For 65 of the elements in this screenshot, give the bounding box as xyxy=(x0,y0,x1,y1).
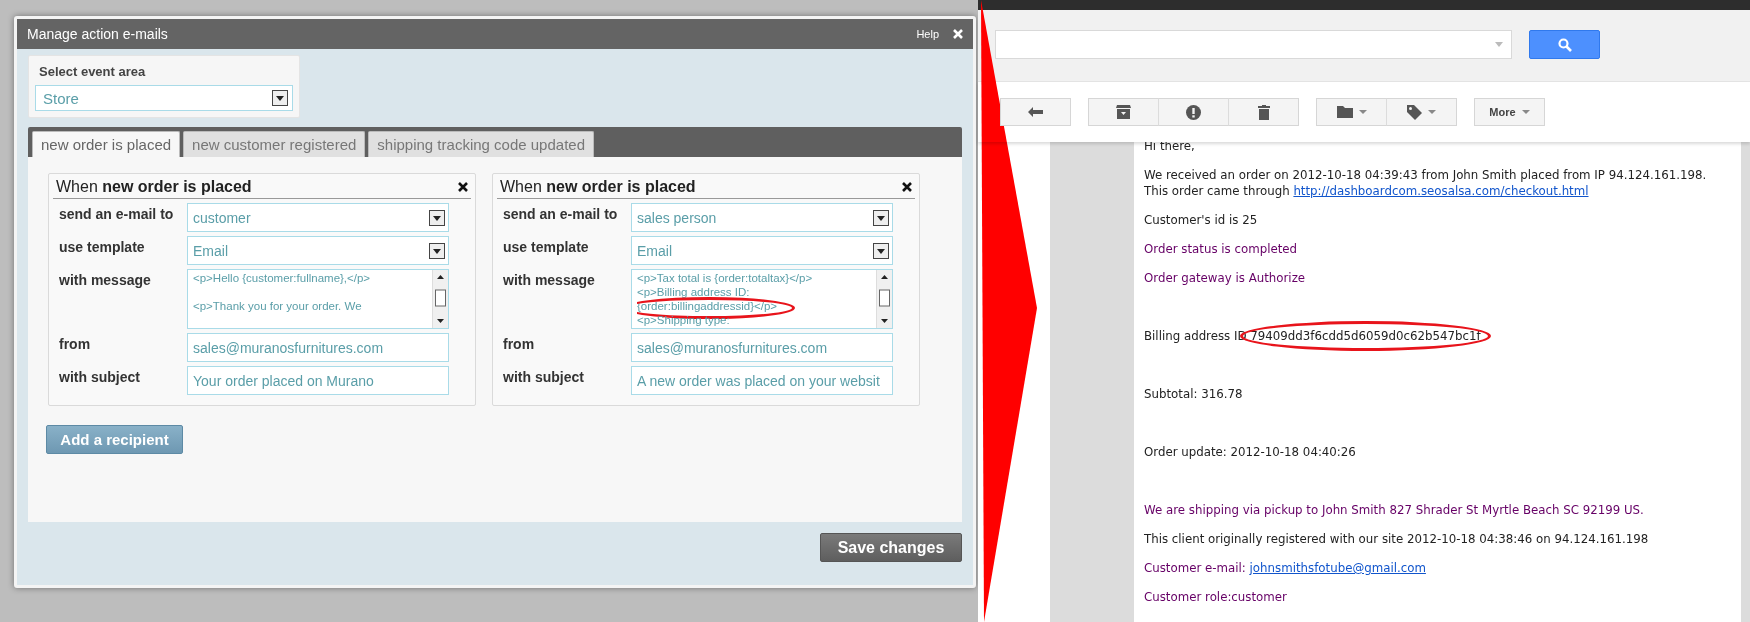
reply-arrow-icon xyxy=(1028,107,1043,117)
select-field[interactable]: Email xyxy=(187,236,449,265)
recipient-title: When new order is placed xyxy=(500,178,696,196)
select-field[interactable]: customer xyxy=(187,203,449,232)
field-label: with message xyxy=(503,271,596,290)
delete-button[interactable] xyxy=(1228,98,1299,126)
email-paragraph: Customer role:customer xyxy=(1144,589,1288,605)
more-button[interactable]: More xyxy=(1474,98,1545,126)
search-icon xyxy=(1557,37,1572,52)
trash-icon xyxy=(1257,104,1270,120)
field-label: from xyxy=(503,335,536,354)
search-field[interactable] xyxy=(995,30,1512,59)
input-field[interactable]: Your order placed on Murano xyxy=(187,366,449,395)
tab[interactable]: new order is placed xyxy=(32,131,181,157)
message-field[interactable]: <p>Hello {customer:fullname},</p> <p>Thank you for your order. We xyxy=(187,269,449,329)
folder-icon xyxy=(1336,106,1353,118)
email-link[interactable]: http://dashboardcom.seosalsa.com/checkout.html xyxy=(1293,184,1589,198)
close-icon[interactable] xyxy=(458,182,468,192)
email-paragraph: Customer's id is 25 xyxy=(1144,212,1259,228)
add-recipient-button[interactable]: Add a recipient xyxy=(46,425,183,454)
tag-icon xyxy=(1407,104,1422,120)
email-paragraph: Order status is completed xyxy=(1144,241,1299,257)
field-label: with message xyxy=(59,271,152,290)
input-field[interactable]: sales@muranosfurnitures.com xyxy=(631,333,893,362)
move-button[interactable] xyxy=(1316,98,1387,126)
tab[interactable]: shipping tracking code updated xyxy=(368,131,594,157)
close-icon[interactable] xyxy=(902,182,912,192)
email-paragraph: We received an order on 2012-10-18 04:39:43 from John Smith placed from IP 94.124.161.198. This order came through http://dashboardcom.seosalsa.com/checkout.html xyxy=(1144,167,1708,199)
recipient-title: When new order is placed xyxy=(56,178,252,196)
exclamation-icon xyxy=(1186,104,1201,120)
archive-button[interactable] xyxy=(1088,98,1159,126)
email-paragraph: Subtotal: 316.78 xyxy=(1144,386,1244,402)
scrollbar[interactable] xyxy=(876,270,892,328)
scrollbar[interactable] xyxy=(432,270,448,328)
input-field[interactable]: sales@muranosfurnitures.com xyxy=(187,333,449,362)
field-label: Select event area xyxy=(39,64,147,79)
select-field[interactable]: Email xyxy=(631,236,893,265)
field-label: with subject xyxy=(503,368,585,387)
email-link[interactable]: johnsmithsfotube@gmail.com xyxy=(1249,561,1426,575)
email-paragraph: Customer e-mail: johnsmithsfotube@gmail.com xyxy=(1144,560,1427,576)
archive-icon xyxy=(1116,105,1131,119)
caret-icon xyxy=(1428,110,1436,114)
email-paragraph: Order gateway is Authorize xyxy=(1144,270,1307,286)
spam-button[interactable] xyxy=(1158,98,1229,126)
caret-icon xyxy=(1521,110,1530,114)
field-label: use template xyxy=(503,238,590,257)
reply-button[interactable] xyxy=(1000,98,1071,126)
save-button[interactable]: Save changes xyxy=(820,533,962,562)
search-button[interactable] xyxy=(1529,30,1600,59)
input-field[interactable]: A new order was placed on your websit xyxy=(631,366,893,395)
field-label: send an e-mail to xyxy=(503,205,619,224)
field-label: with subject xyxy=(59,368,141,387)
select-field[interactable]: sales person xyxy=(631,203,893,232)
email-paragraph: We are shipping via pickup to John Smith 827 Shrader St Myrtle Beach SC 92199 US. xyxy=(1144,502,1645,518)
dialog-title: Manage action e-mails xyxy=(27,26,169,42)
field-label: send an e-mail to xyxy=(59,205,175,224)
event-area-select[interactable]: Store xyxy=(35,85,293,111)
help-link[interactable]: Help xyxy=(916,28,939,40)
caret-icon xyxy=(1358,110,1367,114)
tab[interactable]: new customer registered xyxy=(183,131,366,157)
field-label: from xyxy=(59,335,92,354)
field-label: use template xyxy=(59,238,146,257)
label-button[interactable] xyxy=(1386,98,1457,126)
email-paragraph: Order update: 2012-10-18 04:40:26 xyxy=(1144,444,1357,460)
email-paragraph: This client originally registered with our site 2012-10-18 04:38:46 on 94.124.161.198 xyxy=(1144,531,1650,547)
